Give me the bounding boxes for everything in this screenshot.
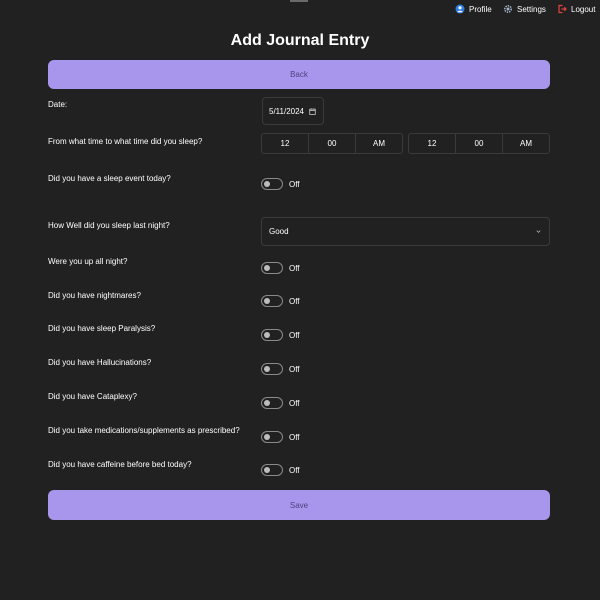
page-title: Add Journal Entry bbox=[230, 32, 370, 49]
sleep-paralysis-state: Off bbox=[289, 330, 300, 340]
top-bar: Profile Settings Logout bbox=[0, 0, 600, 18]
caffeine-toggle[interactable] bbox=[261, 464, 283, 476]
caffeine-label: Did you have caffeine before bed today? bbox=[48, 460, 192, 469]
toggle-knob bbox=[264, 332, 270, 338]
cataplexy-state: Off bbox=[289, 398, 300, 408]
nightmares-label: Did you have nightmares? bbox=[48, 291, 141, 300]
hallucinations-state: Off bbox=[289, 364, 300, 374]
window-handle bbox=[290, 0, 308, 2]
sleep-quality-select[interactable]: Good bbox=[261, 217, 550, 246]
back-button[interactable]: Back bbox=[48, 60, 550, 89]
chevron-down-icon bbox=[536, 230, 541, 233]
caffeine-toggle-row: Off bbox=[261, 463, 300, 477]
sleep-event-label: Did you have a sleep event today? bbox=[48, 174, 171, 183]
sleep-quality-label: How Well did you sleep last night? bbox=[48, 221, 170, 230]
caffeine-state: Off bbox=[289, 465, 300, 475]
toggle-knob bbox=[264, 434, 270, 440]
toggle-knob bbox=[264, 181, 270, 187]
nightmares-state: Off bbox=[289, 296, 300, 306]
end-hour[interactable]: 12 bbox=[409, 134, 456, 153]
calendar-icon[interactable] bbox=[309, 107, 316, 115]
hallucinations-toggle-row: Off bbox=[261, 362, 300, 376]
settings-label: Settings bbox=[517, 4, 546, 14]
toggle-knob bbox=[264, 265, 270, 271]
start-hour[interactable]: 12 bbox=[262, 134, 309, 153]
profile-label: Profile bbox=[469, 4, 492, 14]
cataplexy-toggle-row: Off bbox=[261, 396, 300, 410]
hallucinations-label: Did you have Hallucinations? bbox=[48, 358, 152, 367]
nightmares-toggle[interactable] bbox=[261, 295, 283, 307]
end-period[interactable]: AM bbox=[503, 134, 549, 153]
start-period[interactable]: AM bbox=[356, 134, 402, 153]
start-time-input[interactable]: 12 00 AM bbox=[261, 133, 403, 154]
toggle-knob bbox=[264, 467, 270, 473]
hallucinations-toggle[interactable] bbox=[261, 363, 283, 375]
settings-link[interactable]: Settings bbox=[503, 3, 546, 15]
sleep-paralysis-toggle-row: Off bbox=[261, 328, 300, 342]
medications-label: Did you take medications/supplements as … bbox=[48, 426, 240, 435]
cataplexy-toggle[interactable] bbox=[261, 397, 283, 409]
save-button[interactable]: Save bbox=[48, 490, 550, 520]
sleep-event-toggle[interactable] bbox=[261, 178, 283, 190]
profile-link[interactable]: Profile bbox=[455, 3, 492, 15]
up-all-night-state: Off bbox=[289, 263, 300, 273]
logout-icon bbox=[558, 4, 567, 14]
start-minute[interactable]: 00 bbox=[309, 134, 356, 153]
up-all-night-toggle-row: Off bbox=[261, 261, 300, 275]
date-label: Date: bbox=[48, 100, 68, 109]
up-all-night-toggle[interactable] bbox=[261, 262, 283, 274]
sleep-event-toggle-row: Off bbox=[261, 177, 300, 191]
logout-link[interactable]: Logout bbox=[557, 3, 595, 15]
toggle-knob bbox=[264, 298, 270, 304]
date-value: 5/11/2024 bbox=[269, 106, 304, 116]
end-time-input[interactable]: 12 00 AM bbox=[408, 133, 550, 154]
sleep-paralysis-toggle[interactable] bbox=[261, 329, 283, 341]
cataplexy-label: Did you have Cataplexy? bbox=[48, 392, 137, 401]
logout-label: Logout bbox=[571, 4, 596, 14]
end-minute[interactable]: 00 bbox=[456, 134, 503, 153]
date-input[interactable]: 5/11/2024 bbox=[262, 97, 324, 125]
up-all-night-label: Were you up all night? bbox=[48, 257, 128, 266]
profile-icon bbox=[455, 4, 465, 14]
sleep-paralysis-label: Did you have sleep Paralysis? bbox=[48, 324, 156, 333]
gear-icon bbox=[503, 4, 513, 14]
sleep-quality-value: Good bbox=[269, 227, 289, 236]
toggle-knob bbox=[264, 400, 270, 406]
medications-state: Off bbox=[289, 432, 300, 442]
medications-toggle-row: Off bbox=[261, 430, 300, 444]
sleep-event-state: Off bbox=[289, 179, 300, 189]
sleep-time-label: From what time to what time did you slee… bbox=[48, 137, 203, 146]
nightmares-toggle-row: Off bbox=[261, 294, 300, 308]
toggle-knob bbox=[264, 366, 270, 372]
medications-toggle[interactable] bbox=[261, 431, 283, 443]
